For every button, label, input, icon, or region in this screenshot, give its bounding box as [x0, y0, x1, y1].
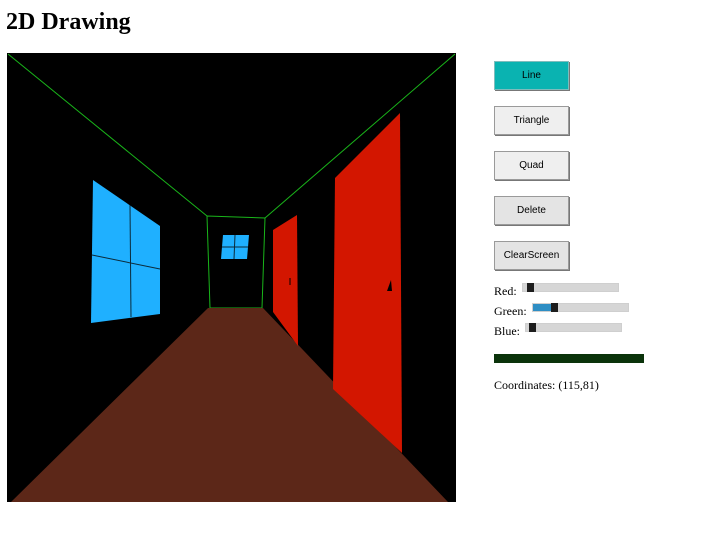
coordinates-readout: Coordinates: (115,81) — [494, 378, 599, 393]
red-slider[interactable] — [521, 282, 619, 292]
blue-slider-thumb[interactable] — [529, 322, 536, 332]
coordinates-label: Coordinates: — [494, 378, 556, 392]
current-color-swatch — [494, 354, 644, 363]
green-slider-thumb[interactable] — [550, 302, 558, 312]
green-slider-fill — [532, 303, 551, 311]
drawing-canvas[interactable] — [7, 53, 456, 502]
triangle-button[interactable]: Triangle — [494, 106, 569, 135]
red-label: Red: — [494, 284, 517, 298]
blue-label: Blue: — [494, 324, 520, 338]
line-button[interactable]: Line — [494, 61, 569, 90]
red-slider-row: Red: — [494, 282, 619, 298]
red-slider-thumb[interactable] — [526, 282, 534, 292]
coordinates-value: (115,81) — [558, 378, 599, 392]
clearscreen-button[interactable]: ClearScreen — [494, 241, 569, 270]
drawn-quad-back-wall — [206, 215, 266, 309]
drawn-quad-left-window — [91, 180, 160, 323]
blue-slider[interactable] — [525, 322, 622, 332]
page-title: 2D Drawing — [6, 9, 131, 35]
green-slider[interactable] — [531, 302, 629, 312]
quad-button[interactable]: Quad — [494, 151, 569, 180]
green-label: Green: — [494, 304, 527, 318]
canvas-svg[interactable] — [7, 53, 456, 502]
green-slider-row: Green: — [494, 302, 629, 318]
delete-button[interactable]: Delete — [494, 196, 569, 225]
blue-slider-row: Blue: — [494, 322, 622, 338]
